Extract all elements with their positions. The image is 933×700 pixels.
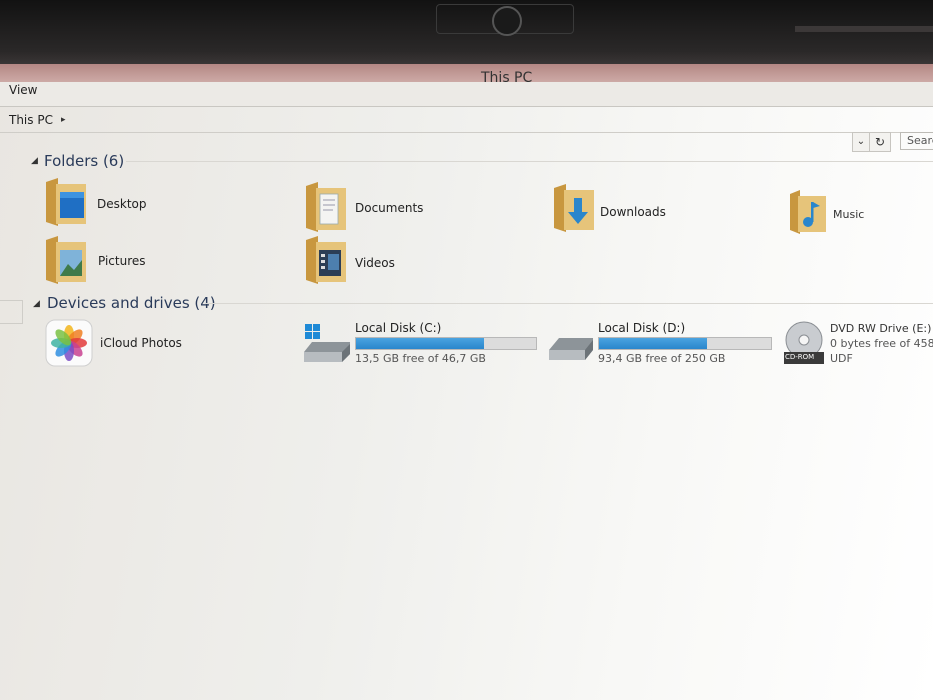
nav-pane-edge: [0, 300, 23, 324]
explorer-window: This PC View This PC ▸ ⌄ ↻ Search ◢ Fold…: [0, 64, 933, 700]
folder-desktop[interactable]: [44, 176, 88, 232]
breadcrumb-arrow-icon[interactable]: ▸: [61, 115, 66, 125]
disk-c-usage-bar: [355, 337, 537, 350]
breadcrumb[interactable]: This PC: [9, 113, 53, 127]
disk-d-usage-bar: [598, 337, 772, 350]
downloads-folder-icon: [554, 184, 594, 232]
address-dropdown-button[interactable]: ⌄: [852, 132, 870, 152]
device-local-disk-d[interactable]: [547, 330, 595, 368]
folder-downloads[interactable]: [552, 184, 596, 238]
hard-drive-icon: [549, 338, 593, 360]
folder-documents[interactable]: [304, 182, 348, 238]
view-tab[interactable]: View: [9, 83, 37, 97]
monitor-bezel: [0, 0, 933, 64]
music-folder-icon: [790, 190, 826, 234]
bezel-strip: [795, 26, 933, 32]
device-label: Local Disk (D:): [598, 321, 686, 335]
dvd-free-text: 0 bytes free of 458 MB: [830, 337, 933, 350]
folder-label: Videos: [355, 256, 395, 270]
folder-label: Pictures: [98, 254, 146, 268]
disk-d-free-text: 93,4 GB free of 250 GB: [598, 352, 726, 365]
folder-pictures[interactable]: [44, 236, 88, 290]
folders-header[interactable]: Folders (6): [44, 152, 124, 170]
folder-label: Music: [833, 208, 865, 221]
title-bar: [0, 64, 933, 82]
device-label: DVD RW Drive (E:) Sky: [830, 322, 933, 335]
webcam: [492, 6, 522, 36]
folder-videos[interactable]: [304, 236, 348, 290]
dvd-filesystem: UDF: [830, 352, 853, 365]
device-label: iCloud Photos: [100, 336, 182, 350]
videos-folder-icon: [306, 236, 346, 284]
section-divider: [126, 161, 933, 162]
cd-rom-label: CD-ROM: [785, 353, 815, 361]
toolbar-row: [0, 130, 933, 152]
device-local-disk-c[interactable]: [302, 322, 352, 370]
device-icloud-photos[interactable]: [45, 319, 93, 371]
disk-c-free-text: 13,5 GB free of 46,7 GB: [355, 352, 486, 365]
folder-label: Desktop: [97, 197, 147, 211]
device-label: Local Disk (C:): [355, 321, 442, 335]
devices-header[interactable]: Devices and drives (4): [47, 294, 216, 312]
disk-c-usage-fill: [356, 338, 484, 349]
folder-label: Documents: [355, 201, 424, 215]
collapse-folders-icon[interactable]: ◢: [31, 156, 38, 166]
collapse-devices-icon[interactable]: ◢: [33, 299, 40, 309]
documents-folder-icon: [306, 182, 346, 232]
icloud-photos-icon: [45, 319, 93, 367]
refresh-button[interactable]: ↻: [869, 132, 891, 152]
search-input[interactable]: Search: [900, 132, 933, 150]
pictures-folder-icon: [46, 236, 86, 284]
windows-drive-icon: [304, 324, 350, 362]
folder-music[interactable]: [788, 190, 828, 240]
section-divider: [206, 303, 933, 304]
device-dvd-drive[interactable]: CD-ROM: [782, 320, 826, 370]
desktop-folder-icon: [46, 178, 86, 226]
disk-d-usage-fill: [599, 338, 708, 349]
ribbon: [0, 82, 933, 107]
folder-label: Downloads: [600, 205, 666, 219]
